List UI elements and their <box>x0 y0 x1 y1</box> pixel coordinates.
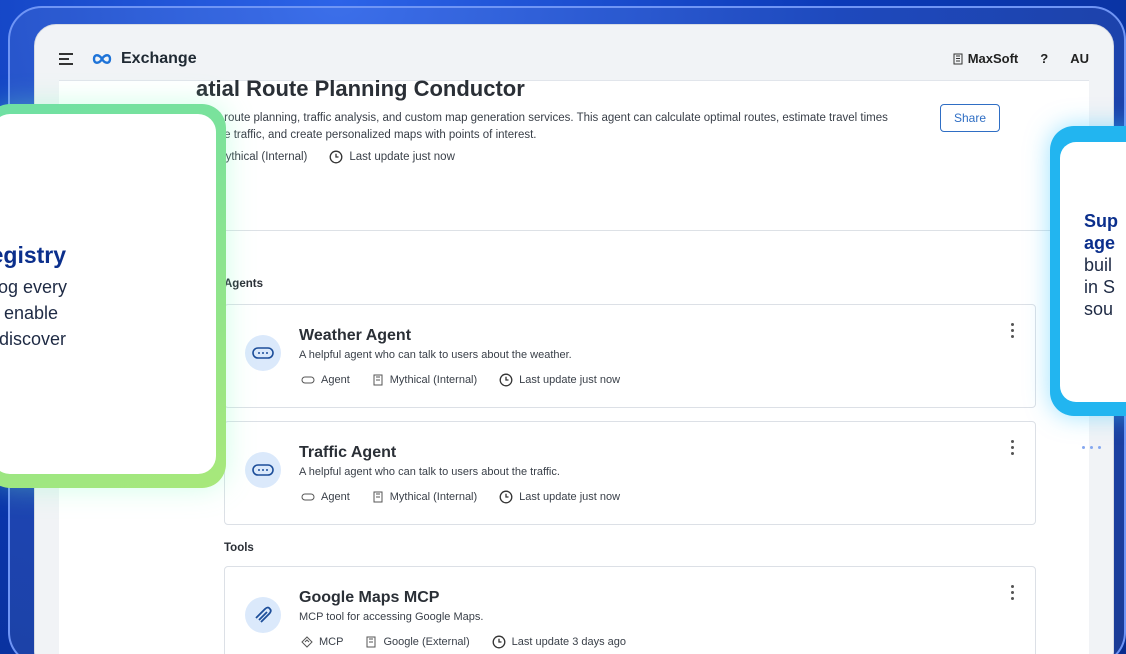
tool-meta: MCP Google (External) Last update 3 days… <box>301 635 626 649</box>
registry-callout-panel: Registry alog every to enable o discover <box>0 114 216 474</box>
agent-description: A helpful agent who can talk to users ab… <box>299 466 560 478</box>
decorative-dots <box>1082 446 1101 449</box>
agent-type: Agent <box>321 491 350 503</box>
building-icon <box>366 636 376 648</box>
clock-icon <box>329 150 343 164</box>
asset-updated: Last update just now <box>349 151 455 163</box>
tool-card-google-maps[interactable]: Google Maps MCP MCP tool for accessing G… <box>224 566 1036 654</box>
tool-description: MCP tool for accessing Google Maps. <box>299 611 484 623</box>
tool-org: Google (External) <box>383 636 470 648</box>
agent-name[interactable]: Weather Agent <box>299 327 411 345</box>
clock-icon <box>492 635 506 649</box>
agent-type: Agent <box>321 374 350 386</box>
more-options-icon[interactable] <box>1011 323 1015 338</box>
support-callout-title: Sup age <box>1084 211 1118 253</box>
share-button[interactable]: Share <box>940 104 1000 132</box>
mcp-tool-icon <box>255 606 272 623</box>
agent-updated: Last update just now <box>519 491 621 503</box>
asset-org: Mythical (Internal) <box>216 151 308 163</box>
clock-icon <box>499 373 513 387</box>
agent-chat-icon <box>252 347 274 359</box>
agent-card-traffic[interactable]: Traffic Agent A helpful agent who can ta… <box>224 421 1036 525</box>
org-name: MaxSoft <box>967 51 1019 66</box>
tool-type: MCP <box>319 636 344 648</box>
registry-callout: Registry alog every to enable o discover <box>0 104 226 488</box>
building-icon <box>953 53 963 64</box>
asset-description: nced route planning, traffic analysis, a… <box>196 110 956 144</box>
agent-meta: Agent Mythical (Internal) Last update ju… <box>301 490 620 504</box>
asset-title: atial Route Planning Conductor <box>196 76 525 101</box>
help-button[interactable]: ? <box>1040 51 1048 66</box>
top-bar: Exchange MaxSoft ? AU <box>59 37 1089 81</box>
support-callout-panel: Sup age buil in S sou <box>1060 142 1126 402</box>
agent-description: A helpful agent who can talk to users ab… <box>299 349 572 361</box>
agent-org: Mythical (Internal) <box>389 491 478 503</box>
user-avatar[interactable]: AU <box>1070 51 1089 66</box>
tool-name[interactable]: Google Maps MCP <box>299 589 439 607</box>
asset-meta: Mythical (Internal) Last update just now <box>198 150 455 164</box>
agent-updated: Last update just now <box>519 374 621 386</box>
clock-icon <box>499 490 513 504</box>
agent-card-weather[interactable]: Weather Agent A helpful agent who can ta… <box>224 304 1036 408</box>
asset-description-line: al-time traffic, and create personalized… <box>196 129 537 141</box>
agent-chat-icon <box>252 464 274 476</box>
menu-icon[interactable] <box>59 52 75 65</box>
agent-name[interactable]: Traffic Agent <box>299 444 396 462</box>
agent-meta: Agent Mythical (Internal) Last update ju… <box>301 373 620 387</box>
tools-section-label: Tools <box>224 542 254 554</box>
building-icon <box>373 491 383 503</box>
agent-avatar <box>245 335 281 371</box>
registry-callout-title: Registry <box>0 242 67 268</box>
more-options-icon[interactable] <box>1011 585 1015 600</box>
mcp-type-icon <box>301 636 313 648</box>
agent-type-icon <box>301 493 315 501</box>
agent-org: Mythical (Internal) <box>389 374 478 386</box>
app-name: Exchange <box>121 49 197 67</box>
more-options-icon[interactable] <box>1011 440 1015 455</box>
org-switcher[interactable]: MaxSoft <box>952 51 1019 66</box>
agent-type-icon <box>301 376 315 384</box>
support-callout: Sup age buil in S sou <box>1050 126 1126 416</box>
tool-updated: Last update 3 days ago <box>511 636 627 648</box>
agent-avatar <box>245 452 281 488</box>
asset-description-line: nced route planning, traffic analysis, a… <box>196 112 888 124</box>
registry-callout-body: alog every to enable o discover <box>0 277 68 349</box>
exchange-logo-icon <box>92 53 112 64</box>
tool-avatar <box>245 597 281 633</box>
support-callout-body: buil in S sou <box>1084 255 1116 319</box>
agents-section-label: Agents <box>224 278 263 290</box>
building-icon <box>373 374 383 386</box>
